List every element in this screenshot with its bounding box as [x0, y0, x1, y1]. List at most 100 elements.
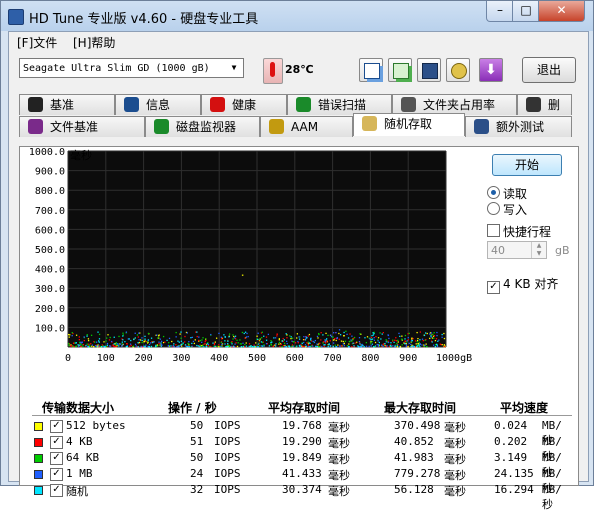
benchmark-icon: [28, 97, 43, 112]
series-color-swatch: [34, 454, 43, 463]
short-stroke-spinner[interactable]: 40 ▲ ▼: [487, 241, 547, 259]
scatter-point: [421, 344, 423, 346]
scatter-point: [368, 345, 370, 348]
scatter-point: [171, 340, 173, 343]
exit-button[interactable]: 退出: [522, 57, 576, 83]
maximize-button[interactable]: □: [512, 1, 540, 22]
y-tick-label: 500.0: [35, 245, 65, 256]
scatter-point: [145, 344, 147, 346]
series-visible-checkbox[interactable]: ✓: [50, 436, 63, 449]
copy-text-button[interactable]: [359, 58, 383, 82]
scatter-point: [130, 344, 132, 346]
scatter-point: [437, 340, 439, 342]
short-stroke-checkbox[interactable]: 快捷行程: [487, 223, 551, 240]
scatter-point: [261, 341, 264, 344]
scatter-point: [82, 343, 85, 346]
tab-info[interactable]: 信息: [115, 94, 201, 115]
scatter-point: [158, 334, 160, 336]
scatter-point: [359, 333, 361, 335]
tab-disk-monitor[interactable]: 磁盘监视器: [145, 116, 260, 137]
y-axis-label: 毫秒: [70, 148, 92, 162]
series-visible-checkbox[interactable]: ✓: [50, 468, 63, 481]
scatter-point: [395, 337, 397, 339]
cell-max-unit: 毫秒: [444, 469, 466, 482]
scatter-point: [423, 345, 425, 348]
scatter-point: [351, 345, 353, 348]
write-radio[interactable]: 写入: [487, 201, 527, 218]
scatter-point: [419, 331, 421, 333]
scatter-point: [349, 333, 351, 335]
scatter-point: [406, 341, 408, 343]
scatter-point: [398, 332, 400, 335]
scatter-point: [432, 333, 434, 336]
scatter-point: [292, 345, 294, 348]
scatter-point: [159, 344, 161, 346]
scatter-point: [404, 342, 406, 345]
cell-avg-unit: 毫秒: [328, 485, 350, 498]
checkbox-empty-icon: [487, 224, 500, 237]
scatter-point: [184, 341, 186, 343]
align-4kb-checkbox[interactable]: ✓ 4 KB 对齐: [487, 275, 558, 294]
scatter-point: [113, 345, 115, 347]
scatter-point: [297, 342, 299, 344]
scatter-point: [339, 334, 342, 336]
copy-screenshot-button[interactable]: [388, 58, 412, 82]
scatter-point: [233, 335, 235, 338]
scatter-point: [406, 340, 408, 342]
scatter-point: [283, 342, 286, 344]
scatter-point: [393, 341, 395, 344]
scatter-point: [180, 343, 183, 346]
read-label: 读取: [503, 187, 528, 201]
tab-extra-tests[interactable]: 额外测试: [465, 116, 572, 137]
spinner-arrows-icon[interactable]: ▲ ▼: [531, 242, 546, 258]
scatter-point: [323, 345, 325, 348]
folder-usage-icon: [401, 97, 416, 112]
scatter-point: [351, 335, 353, 337]
scatter-point: [270, 340, 272, 342]
copy-screenshot-icon: [393, 63, 409, 79]
start-button[interactable]: 开始: [492, 154, 562, 176]
scatter-point: [429, 337, 431, 340]
menu-file[interactable]: [F]文件: [17, 34, 57, 51]
scatter-point: [380, 338, 382, 340]
menu-help[interactable]: [H]帮助: [73, 34, 115, 51]
scatter-point: [352, 342, 354, 344]
scatter-point: [401, 335, 403, 337]
scatter-point: [399, 335, 401, 338]
tab-speaker[interactable]: AAM: [260, 116, 353, 137]
disk-monitor-icon: [154, 119, 169, 134]
read-radio[interactable]: 读取: [487, 185, 527, 202]
save-button[interactable]: [417, 58, 441, 82]
minimize-button[interactable]: –: [486, 1, 514, 22]
scatter-point: [148, 343, 151, 346]
scatter-point: [263, 345, 265, 347]
scatter-point: [312, 340, 314, 343]
series-visible-checkbox[interactable]: ✓: [50, 420, 63, 433]
tab-random-access[interactable]: 随机存取: [353, 113, 465, 136]
scatter-point: [75, 342, 77, 344]
series-visible-checkbox[interactable]: ✓: [50, 452, 63, 465]
tab-benchmark[interactable]: 基准: [19, 94, 115, 115]
scatter-point: [160, 345, 162, 347]
close-button[interactable]: ✕: [538, 1, 585, 22]
drive-select[interactable]: Seagate Ultra Slim GD (1000 gB) ▼: [19, 58, 244, 78]
tab-delete[interactable]: 删除: [517, 94, 572, 132]
x-tick-label: 900: [399, 353, 417, 364]
scatter-point: [144, 335, 146, 337]
scatter-point: [260, 341, 263, 343]
scatter-point: [305, 345, 308, 347]
download-button[interactable]: ⬇: [479, 58, 503, 82]
scatter-point: [404, 338, 406, 340]
tab-error-scan[interactable]: 错误扫描: [287, 94, 392, 115]
tab-health[interactable]: 健康: [201, 94, 287, 115]
scatter-point: [441, 343, 443, 346]
scatter-point: [410, 345, 412, 348]
tab-label: 随机存取: [384, 117, 433, 131]
tab-file-benchmark[interactable]: 文件基准: [19, 116, 145, 137]
tab-label: 磁盘监视器: [176, 120, 237, 134]
scatter-point: [265, 336, 268, 338]
tab-folder-usage[interactable]: 文件夹占用率: [392, 94, 517, 115]
options-button[interactable]: [446, 58, 470, 82]
error-scan-icon: [296, 97, 311, 112]
scatter-point: [247, 335, 249, 338]
